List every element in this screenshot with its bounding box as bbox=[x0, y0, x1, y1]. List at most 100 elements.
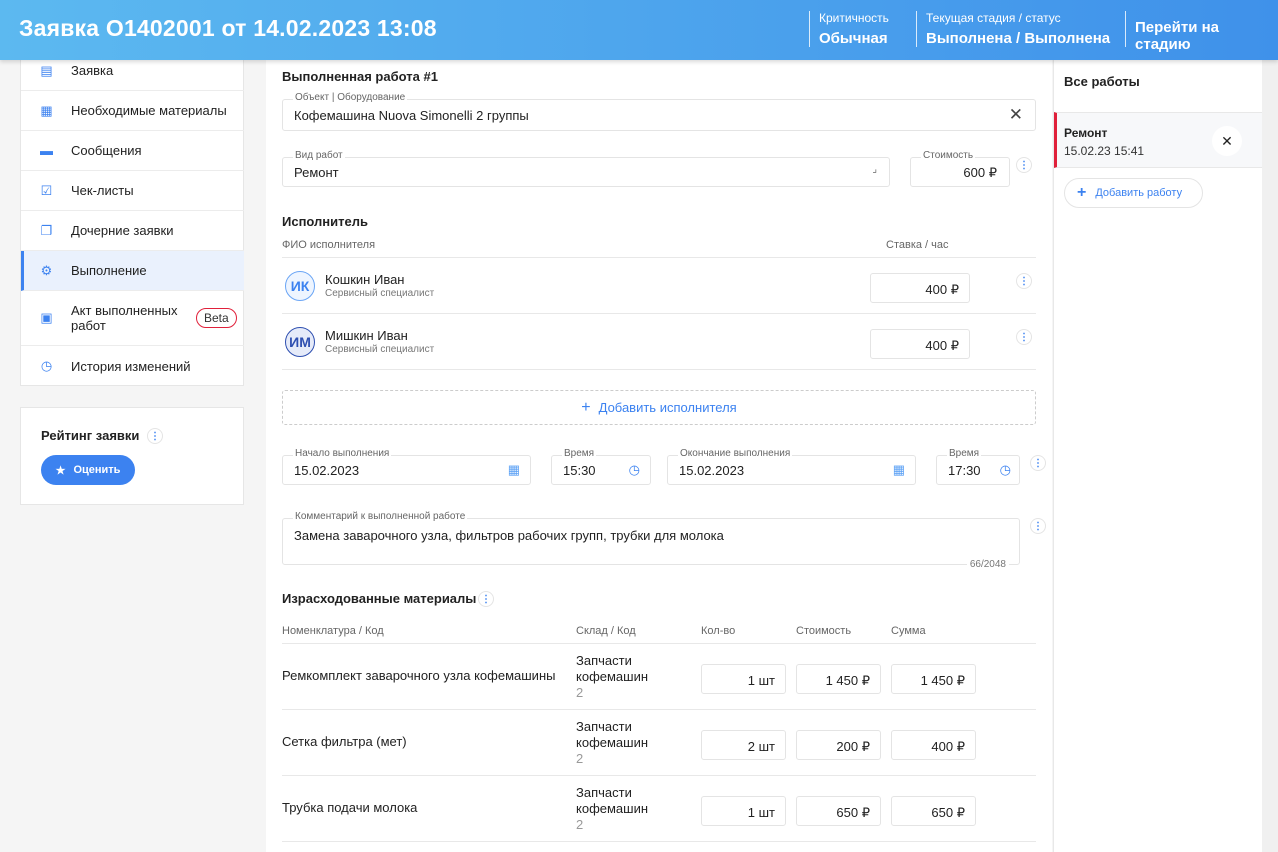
info-icon[interactable]: ⋮ bbox=[478, 591, 494, 607]
start-time-field[interactable]: Время 15:30 ◷ bbox=[551, 448, 651, 485]
beta-badge: Beta bbox=[196, 308, 237, 328]
price-input[interactable]: 200 ₽ bbox=[796, 730, 881, 760]
price-input[interactable]: 1 450 ₽ bbox=[796, 664, 881, 694]
divider bbox=[282, 257, 1036, 258]
divider bbox=[916, 11, 917, 47]
field-value: Кофемашина Nuova Simonelli 2 группы bbox=[294, 108, 529, 123]
add-work-label: Добавить работу bbox=[1095, 187, 1183, 199]
add-executor-button[interactable]: + Добавить исполнителя bbox=[282, 390, 1036, 425]
add-work-button[interactable]: + Добавить работу bbox=[1064, 178, 1203, 208]
goto-stage-button[interactable]: Перейти на стадию bbox=[1135, 19, 1278, 53]
material-store: Запчасти кофемашин 2 bbox=[576, 653, 648, 701]
column-header: Сумма bbox=[891, 625, 926, 637]
sum-field: 650 ₽ bbox=[891, 796, 976, 826]
field-value: 17:30 bbox=[948, 463, 981, 478]
sidebar-item-messages[interactable]: ▬ Сообщения bbox=[21, 131, 244, 171]
qty-input[interactable]: 1 шт bbox=[701, 664, 786, 694]
column-header: Стоимость bbox=[796, 625, 852, 637]
material-name: Сетка фильтра (мет) bbox=[282, 734, 407, 749]
work-type-select[interactable]: Вид работ Ремонт ⌟ bbox=[282, 150, 890, 187]
store-name: Запчасти bbox=[576, 653, 632, 668]
sidebar-item-label: Выполнение bbox=[71, 263, 147, 278]
rating-title: Рейтинг заявки bbox=[41, 428, 140, 443]
qty-input[interactable]: 2 шт bbox=[701, 730, 786, 760]
store-name: кофемашин bbox=[576, 801, 649, 816]
field-label: Время bbox=[947, 448, 982, 459]
column-header: Номенклатура / Код bbox=[282, 625, 384, 637]
avatar: ИМ bbox=[285, 327, 315, 357]
info-icon[interactable]: ⋮ bbox=[1030, 518, 1046, 534]
field-label: Окончание выполнения bbox=[678, 448, 793, 459]
copy-icon: ❐ bbox=[40, 222, 53, 238]
field-value: 15.02.2023 bbox=[679, 463, 745, 478]
field-value: 15:30 bbox=[563, 463, 596, 478]
rate-button[interactable]: ★ Оценить bbox=[41, 455, 135, 485]
price-input[interactable]: 650 ₽ bbox=[796, 796, 881, 826]
sidebar-item-child-requests[interactable]: ❐ Дочерние заявки bbox=[21, 211, 244, 251]
criticality-label: Критичность bbox=[819, 11, 889, 25]
all-works-title: Все работы bbox=[1064, 74, 1140, 89]
clock-icon[interactable]: ◷ bbox=[629, 462, 640, 478]
star-icon: ★ bbox=[55, 464, 66, 477]
rate-input[interactable]: 400 ₽ bbox=[870, 273, 970, 303]
clock-icon[interactable]: ◷ bbox=[1000, 462, 1011, 478]
comment-textarea[interactable]: Комментарий к выполненной работе Замена … bbox=[282, 511, 1020, 570]
rate-button-label: Оценить bbox=[73, 464, 121, 476]
resize-icon: ⌟ bbox=[872, 164, 877, 175]
field-label: Время bbox=[562, 448, 597, 459]
end-date-field[interactable]: Окончание выполнения 15.02.2023 ▦ bbox=[667, 448, 916, 485]
materials-title: Израсходованные материалы bbox=[282, 591, 477, 606]
clear-icon[interactable]: ✕ bbox=[1009, 105, 1023, 125]
info-icon[interactable]: ⋮ bbox=[1016, 157, 1032, 173]
object-field[interactable]: Объект | Оборудование Кофемашина Nuova S… bbox=[282, 92, 1036, 131]
remove-work-icon[interactable]: ✕ bbox=[1212, 126, 1242, 156]
material-row: Ремкомплект заварочного узла кофемашины … bbox=[282, 644, 1036, 710]
sidebar-item-label: История изменений bbox=[71, 358, 191, 374]
info-icon[interactable]: ⋮ bbox=[1016, 329, 1032, 345]
sum-field: 1 450 ₽ bbox=[891, 664, 976, 694]
calendar-icon[interactable]: ▦ bbox=[508, 462, 520, 478]
sidebar-item-checklists[interactable]: ☑ Чек-листы bbox=[21, 171, 244, 211]
field-label: Стоимость bbox=[921, 150, 976, 161]
executor-title: Исполнитель bbox=[282, 214, 368, 229]
divider bbox=[282, 313, 1036, 314]
divider bbox=[809, 11, 810, 47]
sidebar-item-label: Сообщения bbox=[71, 143, 142, 158]
stage-label: Текущая стадия / статус bbox=[926, 11, 1061, 25]
sidebar-item-materials[interactable]: ▦ Необходимые материалы bbox=[21, 91, 244, 131]
material-name: Трубка подачи молока bbox=[282, 800, 418, 815]
char-counter: 66/2048 bbox=[966, 559, 1009, 570]
field-label: Комментарий к выполненной работе bbox=[293, 511, 468, 522]
history-icon: ◷ bbox=[40, 358, 53, 373]
material-row: Сетка фильтра (мет) Запчасти кофемашин 2 2… bbox=[282, 710, 1036, 776]
column-header: Ставка / час bbox=[886, 239, 949, 251]
material-name: Ремкомплект заварочного узла кофемашины bbox=[282, 668, 556, 683]
boxes-icon: ▦ bbox=[40, 102, 53, 118]
store-code: 2 bbox=[576, 685, 584, 700]
start-date-field[interactable]: Начало выполнения 15.02.2023 ▦ bbox=[282, 448, 531, 485]
info-icon[interactable]: ⋮ bbox=[1030, 455, 1046, 471]
sidebar-item-label: Дочерние заявки bbox=[71, 223, 174, 238]
calendar-icon[interactable]: ▦ bbox=[893, 462, 905, 478]
sidebar-item-label: Необходимые материалы bbox=[71, 103, 227, 118]
store-code: 2 bbox=[576, 817, 584, 832]
sidebar-item-label: Акт выполненных работ bbox=[71, 303, 178, 333]
page-title: Заявка О1402001 от 14.02.2023 13:08 bbox=[19, 15, 437, 41]
work-title: Выполненная работа #1 bbox=[282, 69, 438, 84]
material-store: Запчасти кофемашин 2 bbox=[576, 785, 648, 833]
executor-role: Сервисный специалист bbox=[325, 288, 435, 299]
rate-input[interactable]: 400 ₽ bbox=[870, 329, 970, 359]
scrollbar[interactable] bbox=[1262, 60, 1278, 852]
end-time-field[interactable]: Время 17:30 ◷ bbox=[936, 448, 1020, 485]
info-icon[interactable]: ⋮ bbox=[147, 428, 163, 444]
sidebar-item-history[interactable]: ◷ История изменений bbox=[21, 346, 244, 386]
sidebar-item-execution[interactable]: ⚙ Выполнение bbox=[21, 251, 244, 291]
cost-field[interactable]: Стоимость 600 ₽ bbox=[910, 150, 1010, 187]
sidebar-item-act[interactable]: ▣ Акт выполненных работ Beta bbox=[21, 291, 244, 346]
rating-card: Рейтинг заявки ⋮ ★ Оценить bbox=[20, 407, 244, 505]
divider bbox=[1125, 11, 1126, 47]
info-icon[interactable]: ⋮ bbox=[1016, 273, 1032, 289]
sidebar-item-label: Заявка bbox=[71, 63, 114, 78]
qty-input[interactable]: 1 шт bbox=[701, 796, 786, 826]
work-list-item[interactable]: Ремонт 15.02.23 15:41 ✕ bbox=[1054, 112, 1262, 168]
